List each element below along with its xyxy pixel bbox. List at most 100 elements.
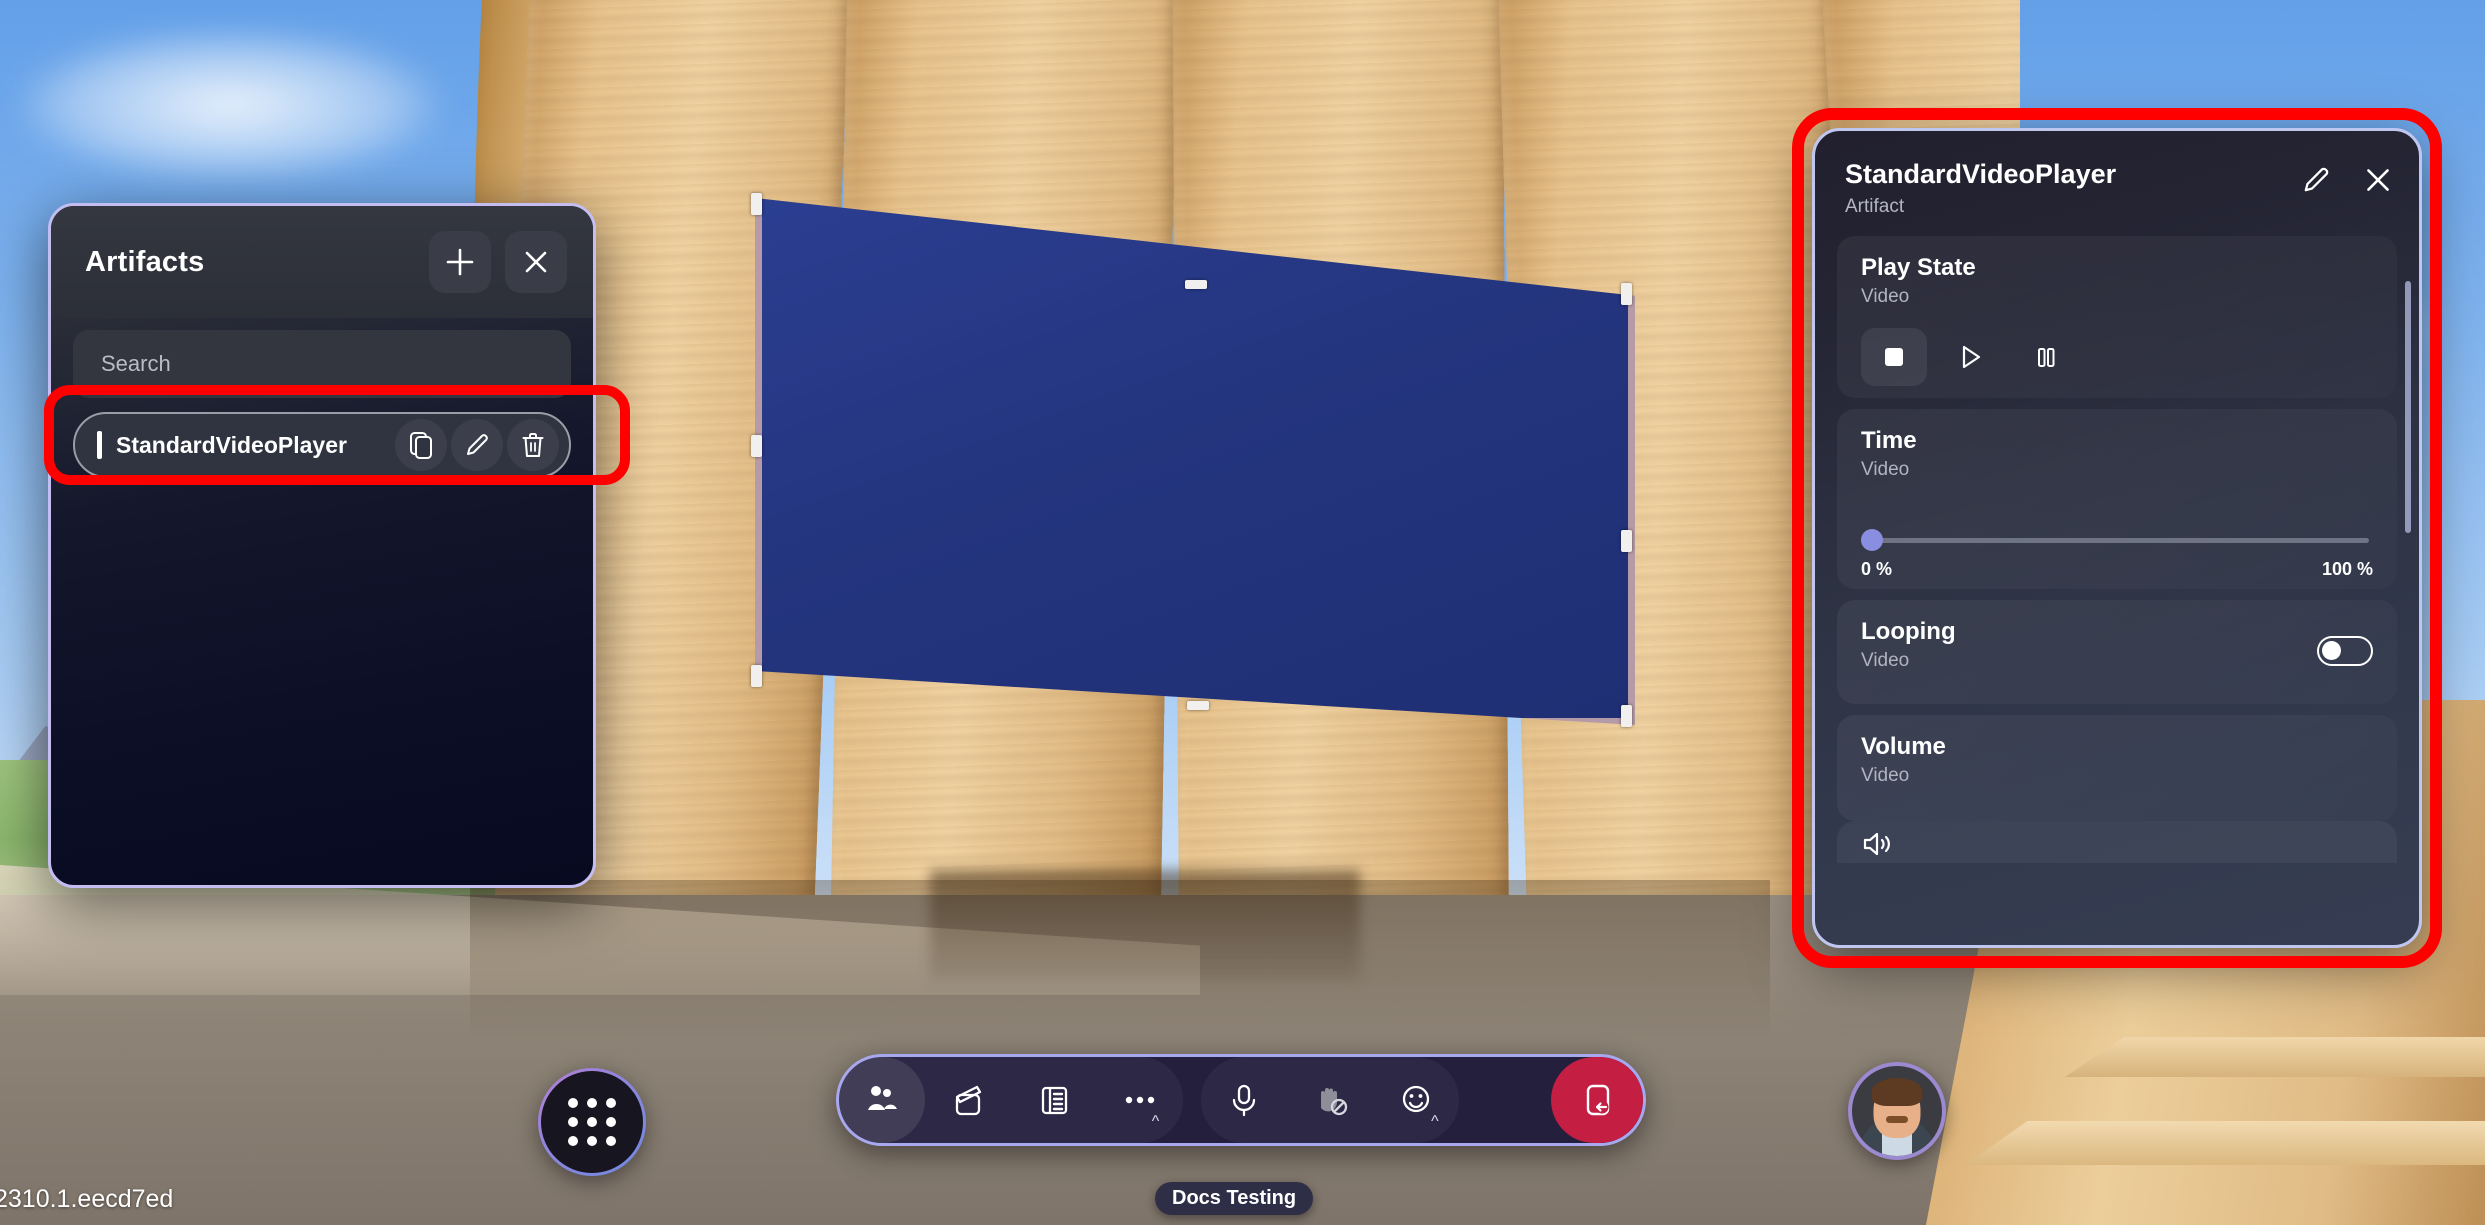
user-avatar[interactable] (1848, 1062, 1946, 1160)
cloud (20, 30, 440, 180)
edit-properties-button[interactable] (2299, 163, 2333, 197)
slider-min-label: 0 % (1861, 559, 1893, 579)
property-label: Looping (1861, 618, 1956, 645)
search-placeholder-text: Search (101, 351, 171, 376)
property-label: Play State (1861, 254, 1976, 281)
property-volume: Volume Video (1837, 715, 2397, 821)
raise-hand-disabled-icon (1321, 1088, 1348, 1116)
stop-icon (1885, 348, 1903, 366)
app-grid-icon (568, 1098, 616, 1146)
stop-button[interactable] (1861, 328, 1927, 386)
leave-call-icon (1586, 1084, 1610, 1116)
reactions-button[interactable]: ^ (1373, 1057, 1459, 1143)
reactions-smiley-icon (1402, 1085, 1430, 1113)
property-sublabel: Video (1861, 765, 1910, 786)
property-sublabel: Video (1861, 286, 1910, 307)
artifact-name-label: StandardVideoPlayer (116, 431, 347, 458)
version-label: 2310.1.eecd7ed (0, 1185, 174, 1213)
slider-thumb[interactable] (1861, 529, 1883, 551)
duplicate-artifact-button[interactable] (395, 419, 447, 471)
speaker-icon (1863, 832, 1890, 856)
close-artifacts-button[interactable] (505, 231, 567, 293)
more-options-button[interactable]: ^ (1097, 1057, 1183, 1143)
edit-icon (467, 434, 488, 455)
properties-panel-header: StandardVideoPlayer Artifact (1815, 131, 2419, 232)
property-time: Time Video 0 % 100 % (1837, 409, 2397, 589)
property-label: Time (1861, 427, 1917, 454)
pause-button[interactable] (2013, 328, 2079, 386)
artifacts-list: StandardVideoPlayer (51, 398, 593, 478)
app-launcher-button[interactable] (538, 1068, 646, 1176)
board-handle-top-left[interactable] (751, 193, 762, 215)
tooltip-text: Docs Testing (1172, 1187, 1297, 1209)
list-item[interactable]: StandardVideoPlayer (73, 412, 571, 478)
time-slider[interactable] (1861, 529, 2373, 551)
slider-range-labels: 0 % 100 % (1861, 559, 2373, 580)
bottom-toolbar: ^ ^ (836, 1054, 1646, 1146)
media-clapperboard-icon (955, 1085, 982, 1116)
media-button[interactable] (925, 1057, 1011, 1143)
more-options-icon (1125, 1096, 1155, 1104)
video-board-surface (755, 197, 1635, 725)
toolbar-group-av: ^ (1201, 1057, 1459, 1143)
duplicate-icon (410, 432, 432, 459)
toggle-knob (2322, 641, 2341, 660)
artifacts-panel-header: Artifacts (51, 206, 593, 318)
board-handle-bottom-center[interactable] (1187, 701, 1209, 710)
notes-panel-button[interactable] (1011, 1057, 1097, 1143)
pause-icon (2038, 348, 2055, 367)
toolbar-group-content: ^ (839, 1057, 1183, 1143)
video-board[interactable] (751, 185, 1639, 729)
slider-track (1865, 538, 2369, 543)
delete-icon (522, 433, 544, 457)
play-button[interactable] (1937, 328, 2003, 386)
chevron-up-icon: ^ (1151, 1113, 1160, 1130)
microphone-button[interactable] (1201, 1057, 1287, 1143)
slider-max-label: 100 % (2321, 559, 2373, 579)
property-label: Volume (1861, 733, 1946, 760)
artifact-properties-panel: StandardVideoPlayer Artifact Play State … (1812, 128, 2422, 948)
looping-toggle[interactable] (2317, 636, 2373, 666)
volume-slider-row[interactable] (1837, 821, 2397, 863)
add-artifact-button[interactable] (429, 231, 491, 293)
microphone-icon (1232, 1084, 1256, 1117)
raise-hand-button[interactable] (1287, 1057, 1373, 1143)
board-handle-right[interactable] (1621, 530, 1632, 552)
leave-call-button[interactable] (1551, 1057, 1643, 1143)
close-icon (525, 251, 547, 273)
play-icon (1962, 345, 1981, 369)
step (1965, 1121, 2485, 1165)
property-play-state: Play State Video (1837, 236, 2397, 398)
transport-controls (1861, 328, 2373, 386)
property-sublabel: Video (1861, 650, 1910, 671)
board-handle-bottom-right[interactable] (1621, 705, 1632, 727)
properties-header-actions (2299, 163, 2395, 197)
plus-icon (446, 248, 474, 276)
step (2065, 1037, 2485, 1077)
people-button[interactable] (839, 1057, 925, 1143)
edit-artifact-button[interactable] (451, 419, 503, 471)
avatar-moustache (1886, 1116, 1908, 1123)
notes-panel-icon (1041, 1086, 1068, 1115)
artifacts-panel-title: Artifacts (85, 245, 205, 278)
avatar-hair (1871, 1078, 1923, 1106)
artifacts-search-input[interactable]: Search (73, 330, 571, 398)
close-properties-button[interactable] (2361, 163, 2395, 197)
board-handle-bottom-left[interactable] (751, 665, 762, 687)
delete-artifact-button[interactable] (507, 419, 559, 471)
properties-panel-subtitle: Artifact (1845, 196, 1905, 217)
board-handle-left[interactable] (751, 435, 762, 457)
toolbar-tooltip: Docs Testing (1155, 1182, 1314, 1215)
properties-list: Play State Video Time Video 0 % 100 % Lo… (1815, 232, 2419, 863)
board-handle-top-center[interactable] (1185, 280, 1207, 289)
people-icon (868, 1086, 897, 1110)
edit-icon (2304, 167, 2329, 192)
selection-indicator (97, 431, 102, 459)
properties-scrollbar[interactable] (2405, 281, 2411, 533)
property-sublabel: Video (1861, 459, 1910, 480)
close-icon (2367, 169, 2389, 191)
property-looping: Looping Video (1837, 600, 2397, 704)
chevron-up-icon: ^ (1431, 1113, 1439, 1130)
artifacts-panel: Artifacts Search StandardVideoPlayer (48, 203, 596, 888)
board-handle-top-right[interactable] (1621, 283, 1632, 305)
